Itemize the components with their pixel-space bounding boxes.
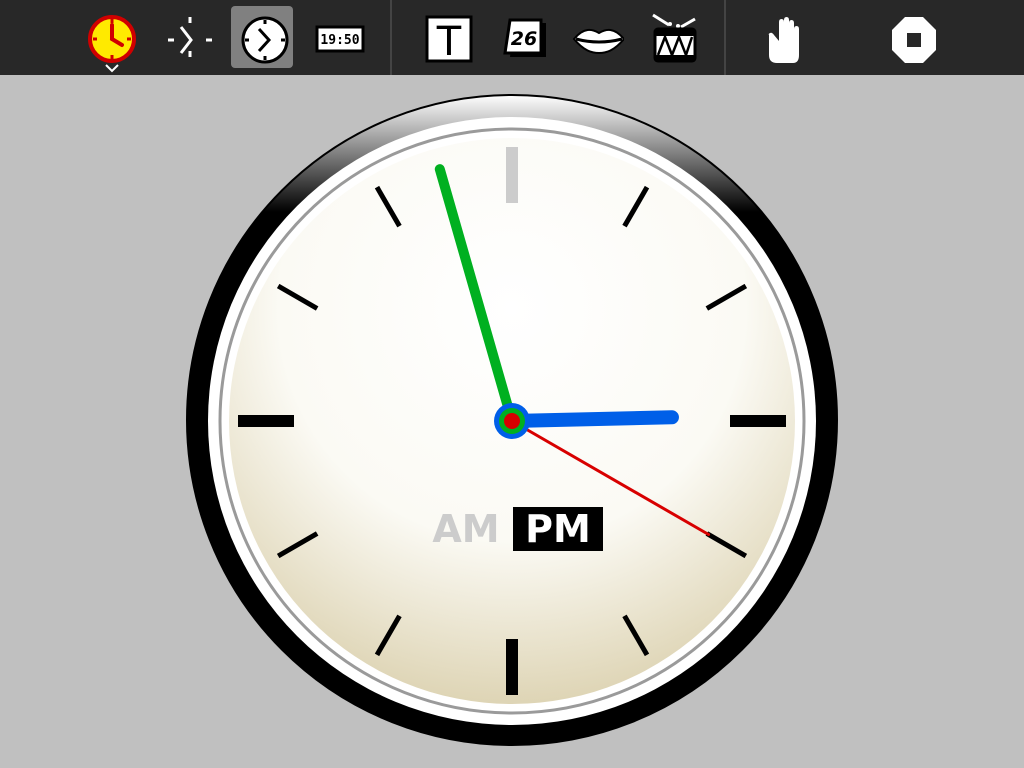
- grab-hands-icon: [168, 17, 212, 57]
- clock-activity-icon: [88, 15, 136, 63]
- drum-icon: [652, 13, 697, 63]
- write-time-label: T: [436, 19, 462, 65]
- activity-clock-button[interactable]: [81, 6, 143, 68]
- toolbar-separator: [390, 0, 392, 75]
- write-date-button[interactable]: 26: [490, 6, 552, 68]
- tick-sound-button[interactable]: [640, 6, 702, 68]
- stop-icon: [892, 17, 936, 63]
- text-T-icon: T: [425, 15, 473, 65]
- digital-clock-icon: 19:50: [315, 25, 365, 53]
- simple-clock-icon: [241, 16, 289, 64]
- write-date-label: 26: [511, 28, 537, 50]
- speak-time-button[interactable]: [565, 6, 627, 68]
- hour-hand[interactable]: [505, 410, 679, 428]
- lips-icon: [572, 28, 624, 55]
- simple-clock-button[interactable]: [231, 6, 293, 68]
- clock-canvas: AM PM: [0, 75, 1024, 768]
- analog-clock[interactable]: AM PM: [0, 75, 1024, 768]
- hand-hub-second: [504, 413, 520, 429]
- digital-clock-button[interactable]: 19:50: [306, 6, 368, 68]
- toolbar-separator: [724, 0, 726, 75]
- hand-icon: [768, 17, 799, 63]
- pm-label: PM: [525, 507, 591, 551]
- grab-hands-button[interactable]: [156, 6, 218, 68]
- am-label: AM: [432, 507, 499, 551]
- stop-button[interactable]: [880, 6, 942, 68]
- chevron-down-icon: [105, 64, 119, 73]
- digital-clock-label: 19:50: [320, 33, 359, 48]
- write-time-button[interactable]: T: [415, 6, 477, 68]
- grab-button[interactable]: [750, 6, 812, 68]
- calendar-date-icon: 26: [503, 18, 546, 57]
- toolbar: 19:50 T 26: [0, 0, 1024, 75]
